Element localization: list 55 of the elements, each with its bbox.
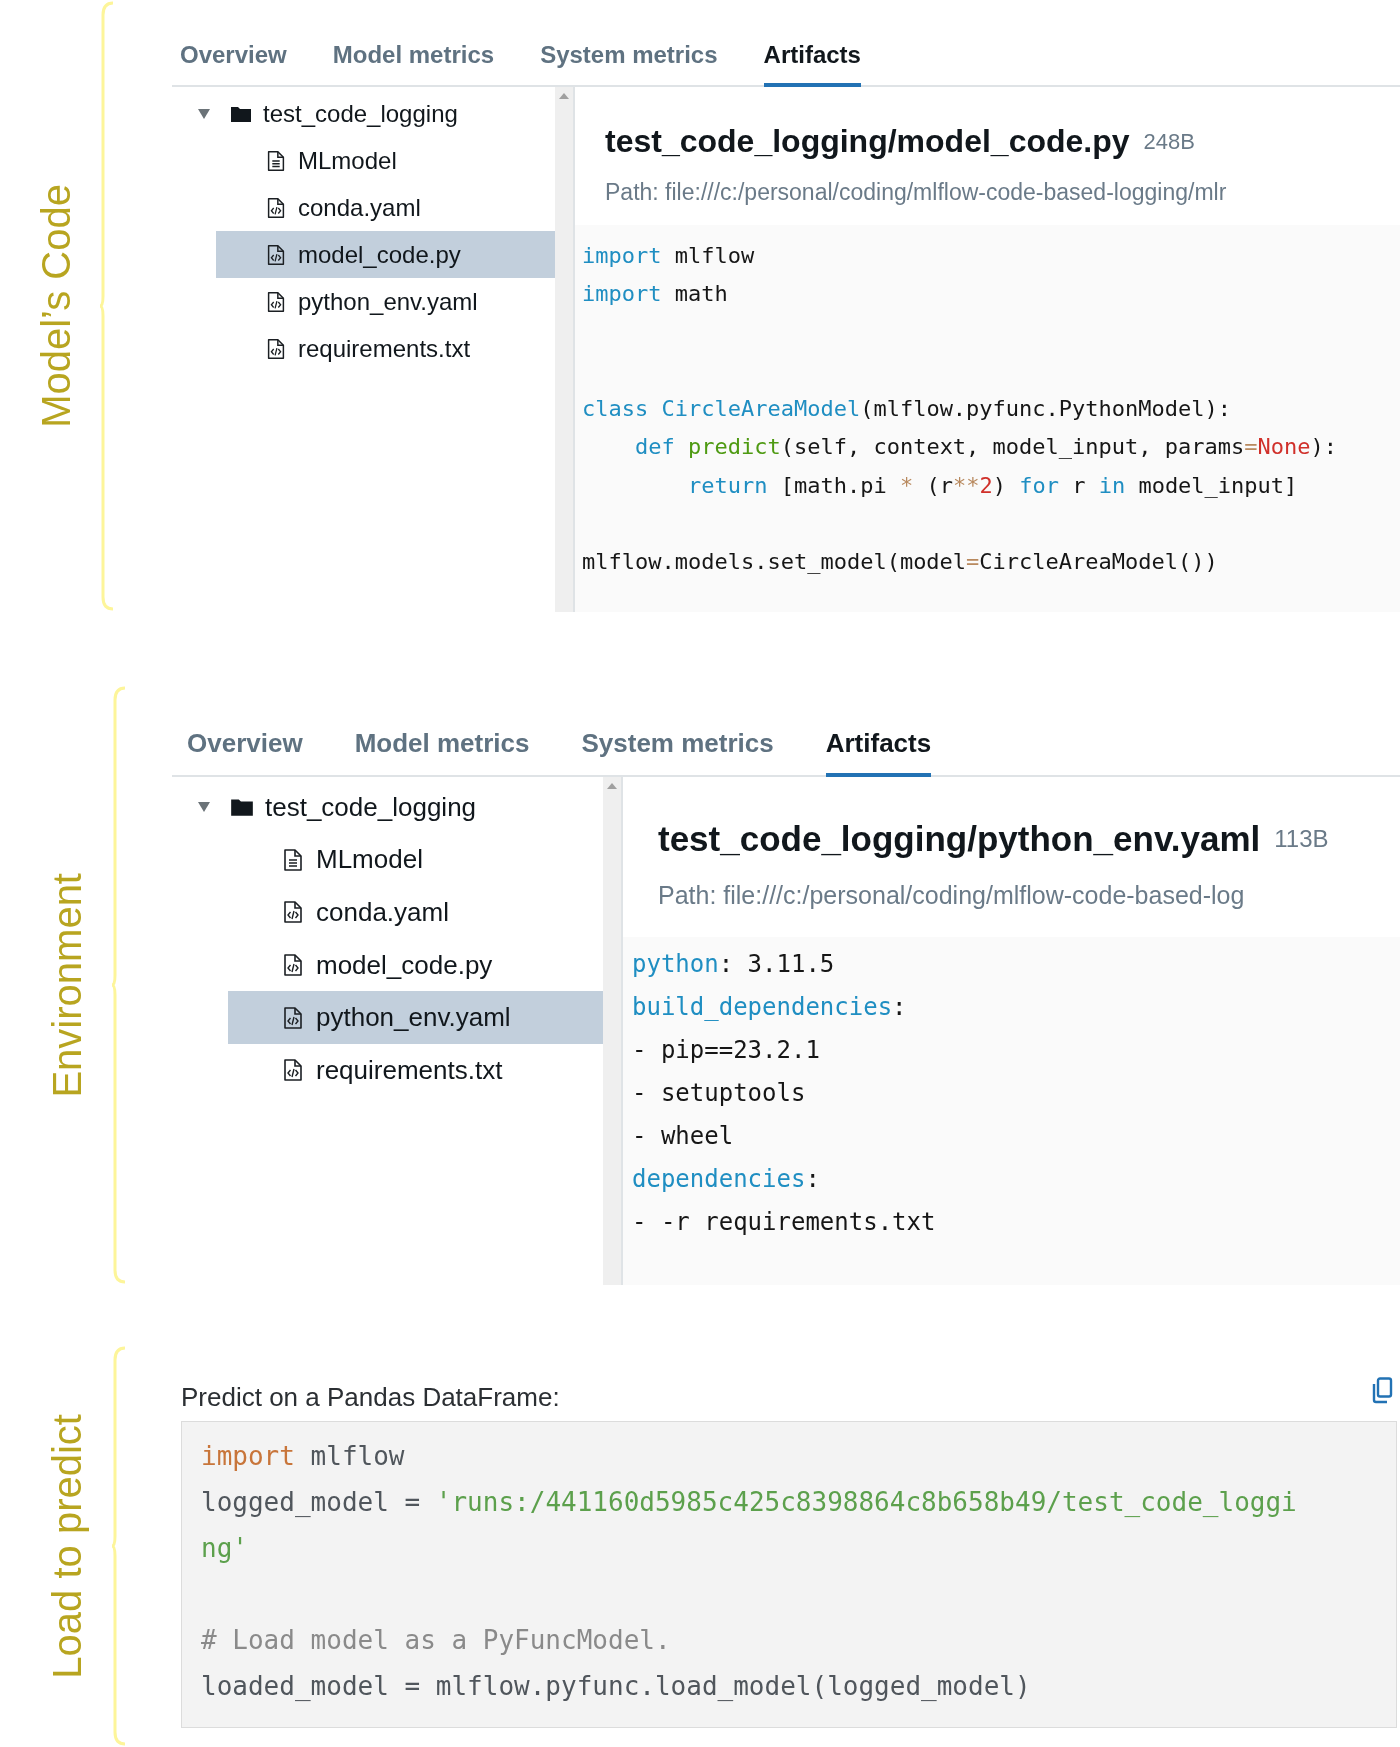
code-line: - wheel (632, 1121, 734, 1152)
code-line: dependencies: (632, 1164, 820, 1195)
copy-icon[interactable] (1370, 1377, 1394, 1405)
code-line: - pip==23.2.1 (632, 1035, 820, 1066)
tree-item[interactable]: python_env.yaml (228, 991, 603, 1044)
tab[interactable]: Overview (180, 40, 287, 87)
tab[interactable]: Model metrics (332, 40, 495, 87)
code-line: import mlflow (582, 242, 755, 270)
file-size: 113B (1274, 824, 1329, 854)
code-line: python: 3.11.5 (632, 949, 835, 980)
tab[interactable]: Artifacts (763, 40, 861, 87)
file-path: Path: file:///c:/personal/coding/mlflow-code-based-log (658, 880, 1245, 911)
tree-item[interactable]: test_code_logging (172, 90, 555, 137)
tree-item[interactable]: requirements.txt (228, 1043, 603, 1097)
code-line: class CircleAreaModel(mlflow.pyfunc.PythonModel): (582, 395, 1232, 424)
tree-item[interactable]: model_code.py (228, 938, 603, 992)
tree-item[interactable]: MLmodel (228, 833, 603, 887)
tree-item[interactable]: requirements.txt (216, 325, 555, 372)
tab[interactable]: Overview (187, 727, 303, 777)
tab[interactable]: Model metrics (354, 727, 530, 777)
file-path: Path: file:///c:/personal/coding/mlflow-code-based-logging/mlr (605, 178, 1227, 207)
annotation-label: Environment (47, 872, 87, 1098)
code-line: build_dependencies: (632, 992, 907, 1023)
scroll-up-icon[interactable] (559, 93, 569, 99)
scroll-up-icon[interactable] (607, 783, 617, 789)
tree-item[interactable]: conda.yaml (216, 184, 555, 231)
tree-item[interactable]: conda.yaml (228, 886, 603, 939)
scrollbar[interactable] (603, 777, 623, 1285)
tab[interactable]: System metrics (540, 40, 718, 87)
expand-arrow-icon[interactable] (197, 801, 211, 814)
code-line: import mlflow (201, 1440, 405, 1473)
tree-item[interactable]: model_code.py (216, 231, 555, 278)
code-line: def predict(self, context, model_input, params=None): (633, 433, 1337, 462)
annotation-label: Load to predict (47, 1413, 87, 1679)
file-size: 248B (1143, 127, 1195, 156)
tab[interactable]: Artifacts (825, 727, 932, 777)
file-title: test_code_logging/model_code.py (605, 122, 1130, 161)
code-line: mlflow.models.set_model(model=CircleAreaModel()) (582, 548, 1218, 577)
tree-item[interactable]: test_code_logging (172, 781, 603, 834)
snippet-label: Predict on a Pandas DataFrame: (181, 1381, 560, 1413)
scrollbar[interactable] (555, 87, 575, 612)
code-line: ng' (201, 1532, 248, 1565)
code-line: return [math.pi * (r**2) for r in model_input] (686, 471, 1298, 500)
code-line: - -r requirements.txt (632, 1207, 936, 1238)
code-line: logged_model = 'runs:/441160d5985c425c8398864c8b658b49/test_code_loggi (201, 1486, 1297, 1519)
annotation-label: Model’s Code (36, 184, 76, 428)
tree-item[interactable]: MLmodel (216, 137, 555, 184)
code-line: # Load model as a PyFuncModel. (201, 1624, 671, 1657)
tab[interactable]: System metrics (581, 727, 774, 777)
code-line: import math (582, 280, 728, 309)
code-line: loaded_model = mlflow.pyfunc.load_model(logged_model) (201, 1670, 1031, 1703)
file-title: test_code_logging/python_env.yaml (658, 817, 1261, 860)
code-line: - setuptools (632, 1078, 806, 1109)
expand-arrow-icon[interactable] (197, 107, 211, 120)
tree-item[interactable]: python_env.yaml (216, 278, 555, 325)
